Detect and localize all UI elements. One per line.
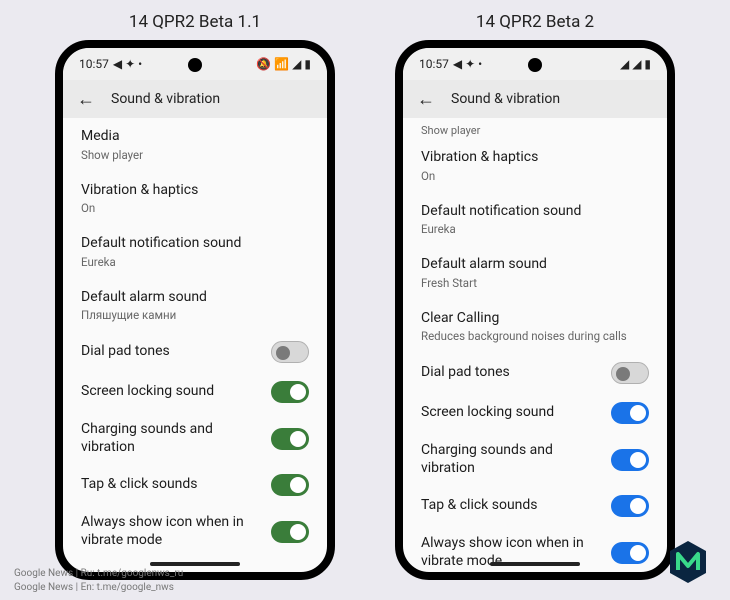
toggle-row[interactable]: Dial pad tones <box>81 332 309 372</box>
toggle-knob <box>290 431 306 447</box>
toggle-label: Screen locking sound <box>81 383 214 401</box>
credit-line-2: Google News | En: t.me/google_nws <box>14 581 183 595</box>
toggle-knob <box>630 405 646 421</box>
toggle-switch[interactable] <box>611 402 649 424</box>
toggle-knob <box>630 545 646 561</box>
toggle-row[interactable]: Charging sounds and vibration <box>81 412 309 465</box>
toggle-knob <box>630 452 646 468</box>
settings-list[interactable]: Show player Vibration & haptics On Defau… <box>403 118 667 572</box>
app-bar: ← Sound & vibration <box>63 80 327 118</box>
truncated-item-sub: Show player <box>421 118 649 139</box>
credit-line-1: Google News | Ru: t.me/googlenws_ru <box>14 567 183 581</box>
toggle-label: Tap & click sounds <box>81 476 198 494</box>
setting-sub: Пляшущие камни <box>81 308 309 322</box>
setting-default-alarm-sound[interactable]: Default alarm sound Пляшущие камни <box>81 279 309 333</box>
gesture-nav-bar[interactable] <box>490 562 580 566</box>
caption-left: 14 QPR2 Beta 1.1 <box>129 12 261 32</box>
phone-right: 10:57 ◀ ✦ • ◢ ◢ ▮ ← Sound & vibration Sh… <box>395 40 675 580</box>
toggle-label: Charging sounds and vibration <box>81 421 261 456</box>
toggle-label: Dial pad tones <box>81 343 170 361</box>
setting-title: Default notification sound <box>421 203 649 221</box>
toggle-label: Screen locking sound <box>421 404 554 422</box>
phone-left: 10:57 ◀ ✦ • 🔕 📶 ◢ ▮ ← Sound & vibration … <box>55 40 335 580</box>
toggle-label: Always show icon when in vibrate mode <box>81 514 261 549</box>
toggle-row[interactable]: Tap & click sounds <box>81 465 309 505</box>
page-title: Sound & vibration <box>451 91 560 107</box>
toggle-row[interactable]: Screen locking sound <box>81 372 309 412</box>
setting-sub: Show player <box>81 148 309 162</box>
toggle-knob <box>290 524 306 540</box>
setting-media[interactable]: Media Show player <box>81 118 309 172</box>
toggle-row[interactable]: Tap & click sounds <box>421 486 649 526</box>
toggle-label: Tap & click sounds <box>421 497 538 515</box>
toggle-knob <box>616 367 630 381</box>
toggle-knob <box>290 477 306 493</box>
setting-sub: On <box>81 201 309 215</box>
page-title: Sound & vibration <box>111 91 220 107</box>
status-notif-icons: ◀ ✦ • <box>453 57 482 71</box>
toggle-label: Charging sounds and vibration <box>421 442 601 477</box>
gesture-nav-bar[interactable] <box>150 562 240 566</box>
setting-sub: On <box>421 169 649 183</box>
caption-right: 14 QPR2 Beta 2 <box>476 12 594 32</box>
back-icon[interactable]: ← <box>417 89 435 110</box>
toggle-switch[interactable] <box>271 341 309 363</box>
toggle-switch[interactable] <box>271 521 309 543</box>
status-notif-icons: ◀ ✦ • <box>113 57 142 71</box>
toggle-knob <box>276 346 290 360</box>
setting-sub: Fresh Start <box>421 276 649 290</box>
camera-hole <box>188 58 202 72</box>
status-system-icons: 🔕 📶 ◢ ▮ <box>256 57 311 71</box>
toggle-switch[interactable] <box>611 449 649 471</box>
toggle-switch[interactable] <box>271 474 309 496</box>
toggle-switch[interactable] <box>611 542 649 564</box>
settings-list[interactable]: Media Show player Vibration & haptics On… <box>63 118 327 572</box>
image-credit: Google News | Ru: t.me/googlenws_ru Goog… <box>14 567 183 594</box>
setting-sub: Reduces background noises during calls <box>421 329 649 343</box>
setting-vibration-haptics[interactable]: Vibration & haptics On <box>81 172 309 226</box>
toggle-row[interactable]: Screen locking sound <box>421 393 649 433</box>
setting-title: Media <box>81 128 309 146</box>
setting-title: Vibration & haptics <box>81 182 309 200</box>
setting-title: Vibration & haptics <box>421 149 649 167</box>
toggle-row[interactable]: Always show icon when in vibrate mode <box>81 505 309 558</box>
setting-title: Clear Calling <box>421 310 649 328</box>
toggle-switch[interactable] <box>611 362 649 384</box>
setting-title: Default alarm sound <box>81 289 309 307</box>
back-icon[interactable]: ← <box>77 89 95 110</box>
toggle-row[interactable]: Dial pad tones <box>421 353 649 393</box>
status-system-icons: ◢ ◢ ▮ <box>620 57 651 71</box>
toggle-label: Dial pad tones <box>421 364 510 382</box>
toggle-switch[interactable] <box>611 495 649 517</box>
toggle-switch[interactable] <box>271 428 309 450</box>
setting-clear-calling[interactable]: Clear Calling Reduces background noises … <box>421 300 649 354</box>
toggle-knob <box>290 384 306 400</box>
status-time: 10:57 <box>419 57 449 71</box>
setting-title: Default notification sound <box>81 235 309 253</box>
toggle-knob <box>630 498 646 514</box>
setting-title: Default alarm sound <box>421 256 649 274</box>
setting-default-alarm-sound[interactable]: Default alarm sound Fresh Start <box>421 246 649 300</box>
setting-sub: Eureka <box>81 255 309 269</box>
toggle-row[interactable]: Charging sounds and vibration <box>421 433 649 486</box>
setting-default-notification-sound[interactable]: Default notification sound Eureka <box>421 193 649 247</box>
setting-vibration-haptics[interactable]: Vibration & haptics On <box>421 139 649 193</box>
setting-default-notification-sound[interactable]: Default notification sound Eureka <box>81 225 309 279</box>
status-time: 10:57 <box>79 57 109 71</box>
watermark-badge-icon <box>666 540 710 584</box>
app-bar: ← Sound & vibration <box>403 80 667 118</box>
toggle-switch[interactable] <box>271 381 309 403</box>
setting-sub: Eureka <box>421 222 649 236</box>
camera-hole <box>528 58 542 72</box>
